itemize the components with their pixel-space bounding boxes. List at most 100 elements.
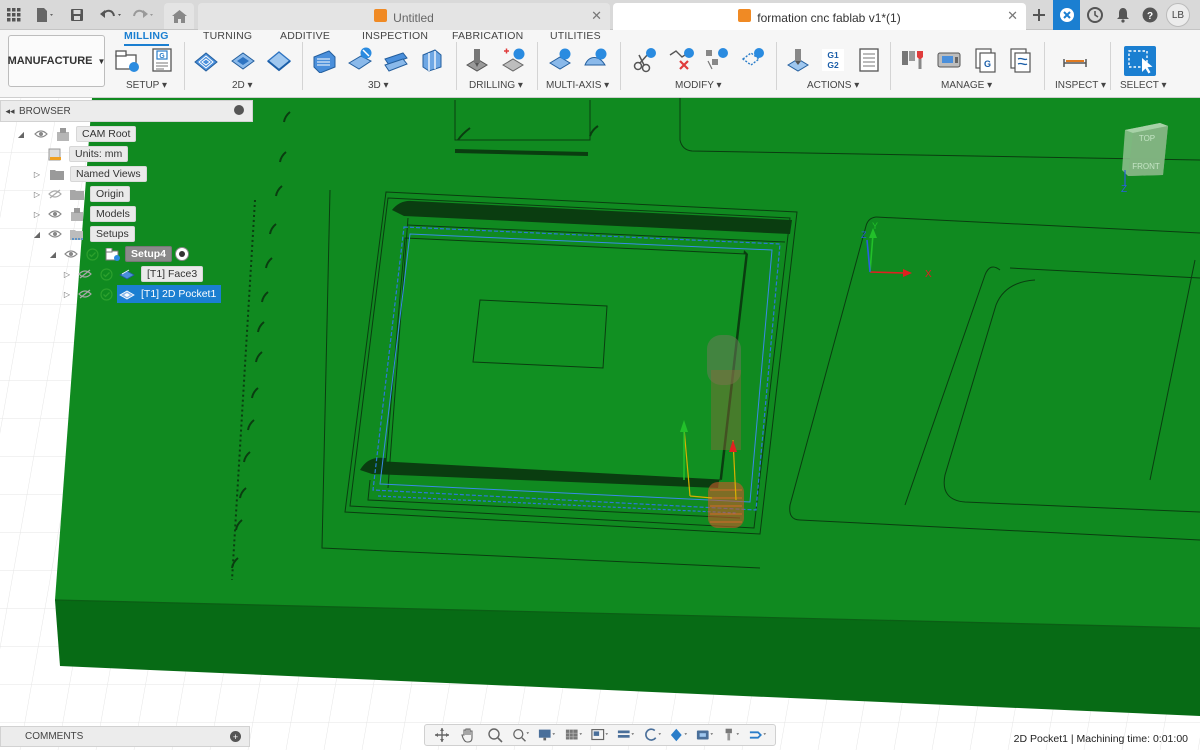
- simulation-display-icon[interactable]: [617, 727, 635, 743]
- workspace-switcher[interactable]: MANUFACTURE ▼: [8, 35, 105, 87]
- machine-library-icon[interactable]: [936, 47, 962, 73]
- tree-node-cam-root[interactable]: ◢ CAM Root: [16, 125, 137, 143]
- tab-milling[interactable]: MILLING: [124, 30, 169, 46]
- multi-axis-contour-icon[interactable]: [583, 47, 609, 73]
- visibility-eye-icon[interactable]: [48, 229, 64, 239]
- measure-icon[interactable]: [1062, 47, 1088, 73]
- trim-scissors-icon[interactable]: [631, 47, 657, 73]
- job-status-clock-icon[interactable]: [1083, 3, 1107, 27]
- setup-sheet-icon[interactable]: [856, 47, 882, 73]
- expand-triangle-icon[interactable]: ◢: [48, 250, 58, 259]
- tab-untitled[interactable]: Untitled ✕: [198, 3, 610, 30]
- template-library-icon[interactable]: [1008, 47, 1034, 73]
- pattern-icon[interactable]: [703, 47, 729, 73]
- tab-additive[interactable]: ADDITIVE: [280, 30, 330, 42]
- camera-icon[interactable]: [696, 727, 714, 743]
- group-select[interactable]: SELECT ▾: [1120, 80, 1167, 91]
- help-icon[interactable]: ?: [1138, 3, 1162, 27]
- tab-fabrication[interactable]: FABRICATION: [452, 30, 523, 42]
- visibility-eye-icon[interactable]: [48, 209, 64, 219]
- zoom-window-icon[interactable]: [486, 727, 504, 743]
- zoom-icon[interactable]: [512, 727, 530, 743]
- pan-hand-icon[interactable]: [459, 727, 477, 743]
- tab-formation-cnc-fablab[interactable]: formation cnc fablab v1*(1) ✕: [613, 3, 1026, 30]
- close-icon[interactable]: ✕: [591, 8, 602, 24]
- toolpath-transform-icon[interactable]: [739, 47, 765, 73]
- 3d-viewport[interactable]: X Y Z TOP FRONT Z: [0, 98, 1200, 750]
- expand-triangle-icon[interactable]: ▷: [62, 290, 72, 299]
- group-setup[interactable]: SETUP ▾: [126, 80, 167, 91]
- post-process-gcode-icon[interactable]: G1 G2: [820, 47, 846, 73]
- expand-triangle-icon[interactable]: ◢: [16, 130, 26, 139]
- redo-icon[interactable]: [130, 4, 156, 26]
- group-inspect[interactable]: INSPECT ▾: [1055, 80, 1106, 91]
- toolpath-display-icon[interactable]: [749, 727, 767, 743]
- tree-node-origin[interactable]: ▷ Origin: [32, 185, 131, 203]
- 2d-pocket-icon[interactable]: [230, 47, 256, 73]
- tree-node-units[interactable]: Units: mm: [48, 145, 129, 163]
- data-panel-icon[interactable]: [1053, 0, 1080, 30]
- visibility-hidden-eye-icon[interactable]: [78, 269, 94, 279]
- undo-icon[interactable]: [98, 4, 124, 26]
- visibility-hidden-eye-icon[interactable]: [78, 289, 94, 299]
- group-actions[interactable]: ACTIONS ▾: [807, 80, 859, 91]
- expand-triangle-icon[interactable]: ▷: [32, 170, 42, 179]
- collapse-panel-icon[interactable]: ◂◂: [1, 106, 19, 117]
- close-icon[interactable]: ✕: [1007, 8, 1018, 24]
- tree-node-models[interactable]: ▷ Models: [32, 205, 136, 223]
- 3d-adaptive-icon[interactable]: [311, 47, 337, 73]
- add-comment-plus-icon[interactable]: +: [230, 731, 241, 742]
- notifications-bell-icon[interactable]: [1111, 3, 1135, 27]
- drill-icon[interactable]: [464, 47, 490, 73]
- swarf-icon[interactable]: [547, 47, 573, 73]
- select-tool-button[interactable]: [1124, 46, 1156, 76]
- simulate-icon[interactable]: [785, 47, 811, 73]
- expand-triangle-icon[interactable]: ◢: [32, 230, 42, 239]
- tree-node-setups[interactable]: ◢ Setups: [32, 225, 135, 243]
- expand-triangle-icon[interactable]: ▷: [32, 210, 42, 219]
- setup-sheet-gcode-icon[interactable]: G: [149, 47, 175, 73]
- group-2d[interactable]: 2D ▾: [232, 80, 253, 91]
- tree-node-face3[interactable]: ▷ [T1] Face3: [62, 265, 204, 283]
- orbit-rotate-icon[interactable]: [644, 727, 662, 743]
- group-3d[interactable]: 3D ▾: [368, 80, 389, 91]
- group-drilling[interactable]: DRILLING ▾: [469, 80, 523, 91]
- home-icon[interactable]: [164, 3, 194, 29]
- delete-toolpath-icon[interactable]: [668, 47, 694, 73]
- browser-panel-header[interactable]: ◂◂ BROWSER: [0, 100, 253, 122]
- app-grid-icon[interactable]: [6, 4, 22, 26]
- expand-triangle-icon[interactable]: ▷: [62, 270, 72, 279]
- visibility-eye-icon[interactable]: [64, 249, 80, 259]
- save-icon[interactable]: [68, 4, 86, 26]
- orbit-move-icon[interactable]: [433, 727, 451, 743]
- group-modify[interactable]: MODIFY ▾: [675, 80, 722, 91]
- display-settings-icon[interactable]: [538, 727, 556, 743]
- hole-recognition-icon[interactable]: [500, 47, 526, 73]
- 2d-contour-icon[interactable]: [266, 47, 292, 73]
- new-setup-icon[interactable]: [114, 47, 140, 73]
- pin-panel-icon[interactable]: [234, 105, 244, 115]
- comments-panel[interactable]: COMMENTS +: [0, 726, 250, 747]
- expand-triangle-icon[interactable]: ▷: [32, 190, 42, 199]
- visibility-hidden-eye-icon[interactable]: [48, 189, 64, 199]
- activate-setup-radio-icon[interactable]: [175, 247, 190, 261]
- tab-utilities[interactable]: UTILITIES: [550, 30, 601, 42]
- post-library-icon[interactable]: G: [973, 47, 999, 73]
- tab-turning[interactable]: TURNING: [203, 30, 252, 42]
- viewports-icon[interactable]: [591, 727, 609, 743]
- group-multi-axis[interactable]: MULTI-AXIS ▾: [546, 80, 609, 91]
- new-tab-plus-icon[interactable]: [1028, 4, 1050, 26]
- 3d-pocket-icon[interactable]: [347, 47, 373, 73]
- 3d-contour-icon[interactable]: [419, 47, 445, 73]
- 2d-adaptive-icon[interactable]: [193, 47, 219, 73]
- tree-node-named-views[interactable]: ▷ Named Views: [32, 165, 147, 183]
- group-manage[interactable]: MANAGE ▾: [941, 80, 992, 91]
- visibility-eye-icon[interactable]: [34, 129, 50, 139]
- visual-style-icon[interactable]: [670, 727, 688, 743]
- grid-settings-icon[interactable]: [565, 727, 583, 743]
- tree-node-2d-pocket1[interactable]: ▷ [T1] 2D Pocket1: [62, 285, 222, 303]
- 3d-parallel-icon[interactable]: [383, 47, 409, 73]
- tab-inspection[interactable]: INSPECTION: [362, 30, 428, 42]
- file-menu-icon[interactable]: [34, 4, 56, 26]
- tree-node-setup4[interactable]: ◢ Setup4: [48, 245, 190, 263]
